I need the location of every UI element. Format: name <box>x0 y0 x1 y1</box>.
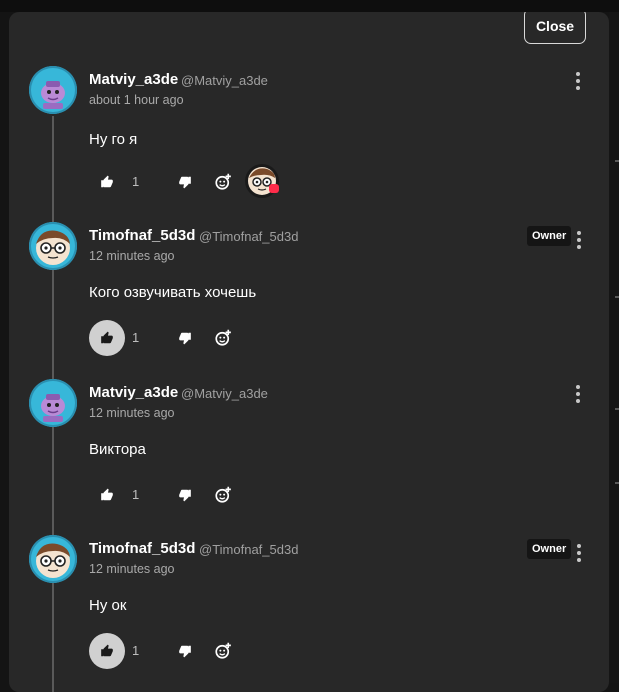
thumbs-down-icon <box>179 489 191 502</box>
avatar[interactable] <box>29 222 77 270</box>
timestamp[interactable]: 12 minutes ago <box>89 406 174 420</box>
like-button[interactable] <box>89 320 125 356</box>
username[interactable]: Timofnaf_5d3d <box>89 227 195 244</box>
dislike-button[interactable] <box>167 164 203 200</box>
user-handle[interactable]: @Timofnaf_5d3d <box>199 229 298 244</box>
timestamp[interactable]: 12 minutes ago <box>89 562 174 576</box>
purple-character-avatar-icon <box>41 81 65 109</box>
like-count: 1 <box>132 330 140 345</box>
purple-character-avatar-icon <box>41 394 65 422</box>
comment-actions: 1 <box>89 477 489 513</box>
avatar[interactable] <box>29 66 77 114</box>
comments-panel: Close Matviy_a3de @Matviy_a3de about 1 h… <box>9 12 609 692</box>
like-count: 1 <box>132 174 140 189</box>
add-reaction-button[interactable] <box>205 320 241 356</box>
like-button[interactable] <box>89 164 125 200</box>
thumbs-up-icon <box>101 331 113 344</box>
add-reaction-icon <box>215 486 231 503</box>
dislike-button[interactable] <box>167 477 203 513</box>
comment-text: Кого озвучивать хочешь <box>89 284 257 301</box>
thumbs-down-icon <box>179 645 191 658</box>
close-button[interactable]: Close <box>524 12 586 44</box>
comment-actions: 1 <box>89 320 489 356</box>
thumbs-down-icon <box>179 176 191 189</box>
username[interactable]: Matviy_a3de <box>89 71 178 88</box>
comment-text: Виктора <box>89 441 146 458</box>
owner-badge: Owner <box>527 539 572 559</box>
comment-item: Matviy_a3de @Matviy_a3de 12 minutes ago … <box>9 379 609 529</box>
reaction-badge <box>269 184 279 193</box>
username[interactable]: Timofnaf_5d3d <box>89 540 195 557</box>
user-handle[interactable]: @Matviy_a3de <box>181 73 268 88</box>
thumbs-up-icon <box>101 175 113 188</box>
comment-text: Ну го я <box>89 131 138 148</box>
avatar[interactable] <box>29 535 77 583</box>
dislike-button[interactable] <box>167 633 203 669</box>
dislike-button[interactable] <box>167 320 203 356</box>
more-vertical-icon[interactable] <box>571 70 585 92</box>
user-handle[interactable]: @Timofnaf_5d3d <box>199 542 298 557</box>
add-reaction-button[interactable] <box>205 164 241 200</box>
like-button[interactable] <box>89 633 125 669</box>
glasses-face-avatar-icon <box>36 543 70 578</box>
avatar[interactable] <box>29 379 77 427</box>
comment-item: Matviy_a3de @Matviy_a3de about 1 hour ag… <box>9 66 609 216</box>
thumbs-down-icon <box>179 332 191 345</box>
timestamp[interactable]: about 1 hour ago <box>89 93 184 107</box>
user-handle[interactable]: @Matviy_a3de <box>181 386 268 401</box>
thumbs-up-icon <box>101 488 113 501</box>
add-reaction-icon <box>215 173 231 190</box>
add-reaction-button[interactable] <box>205 633 241 669</box>
comment-item: Timofnaf_5d3d @Timofnaf_5d3d 12 minutes … <box>9 222 609 372</box>
add-reaction-icon <box>215 329 231 346</box>
add-reaction-icon <box>215 642 231 659</box>
reactor-avatar[interactable] <box>245 164 279 198</box>
more-vertical-icon[interactable] <box>572 229 586 251</box>
like-count: 1 <box>132 487 140 502</box>
add-reaction-button[interactable] <box>205 477 241 513</box>
background-edge <box>609 12 619 683</box>
comment-text: Ну ок <box>89 597 127 614</box>
timestamp[interactable]: 12 minutes ago <box>89 249 174 263</box>
glasses-face-avatar-icon <box>36 230 70 265</box>
comment-actions: 1 <box>89 633 489 669</box>
like-button[interactable] <box>89 477 125 513</box>
comment-item: Timofnaf_5d3d @Timofnaf_5d3d 12 minutes … <box>9 535 609 685</box>
thumbs-up-icon <box>101 644 113 657</box>
owner-badge: Owner <box>527 226 572 246</box>
more-vertical-icon[interactable] <box>571 383 585 405</box>
more-vertical-icon[interactable] <box>572 542 586 564</box>
like-count: 1 <box>132 643 140 658</box>
username[interactable]: Matviy_a3de <box>89 384 178 401</box>
top-strip <box>0 0 619 12</box>
comment-actions: 1 <box>89 164 489 200</box>
